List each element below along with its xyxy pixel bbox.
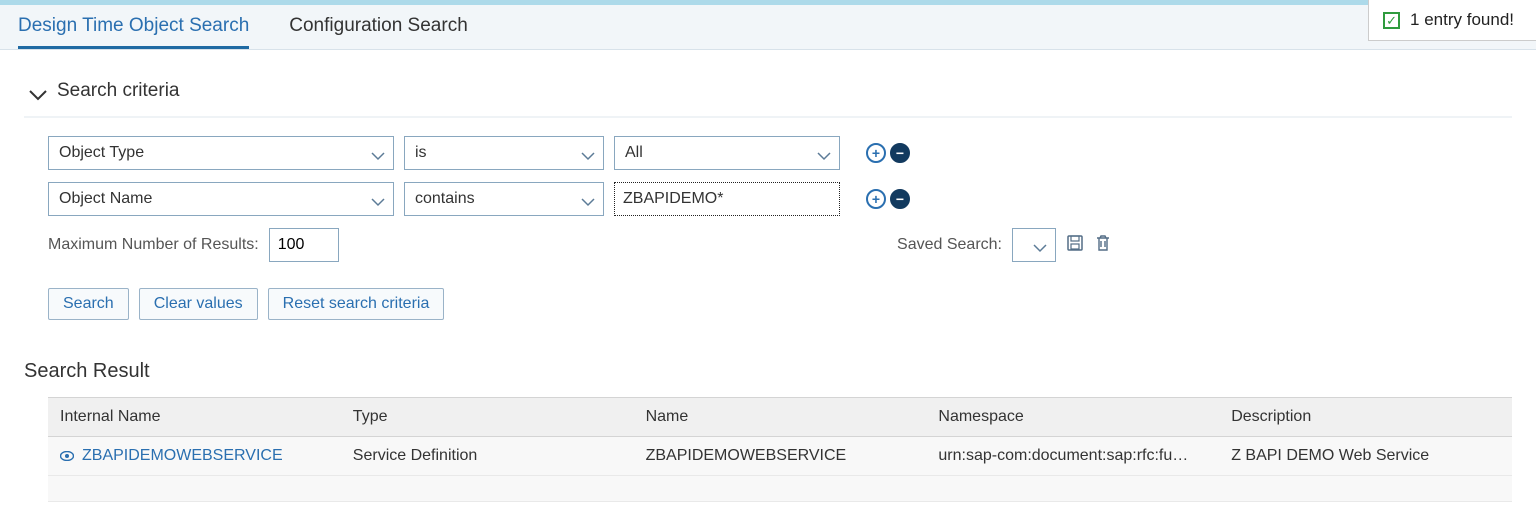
notification-toast: ✓ 1 entry found! <box>1368 0 1536 41</box>
col-namespace[interactable]: Namespace <box>926 398 1219 437</box>
reset-criteria-button[interactable]: Reset search criteria <box>268 288 445 320</box>
add-row-icon[interactable]: + <box>866 143 886 163</box>
col-type[interactable]: Type <box>341 398 634 437</box>
value-input[interactable] <box>614 182 840 216</box>
search-result-title: Search Result <box>24 360 1512 383</box>
tab-configuration[interactable]: Configuration Search <box>289 5 468 49</box>
section-title: Search criteria <box>57 80 180 102</box>
add-row-icon[interactable]: + <box>866 189 886 209</box>
saved-search-dropdown[interactable] <box>1012 228 1056 262</box>
cell-internal-name[interactable]: ZBAPIDEMOWEBSERVICE <box>82 447 283 465</box>
chevron-down-icon <box>371 194 385 204</box>
section-header-search-criteria: Search criteria <box>24 80 1512 116</box>
success-check-icon: ✓ <box>1383 12 1400 29</box>
remove-row-icon[interactable]: − <box>890 143 910 163</box>
field-dropdown[interactable]: Object Name <box>48 182 394 216</box>
field-value: Object Type <box>59 144 144 162</box>
search-button[interactable]: Search <box>48 288 129 320</box>
criteria-row: Object Name contains + − <box>48 182 1512 216</box>
col-internal-name[interactable]: Internal Name <box>48 398 341 437</box>
cell-namespace: urn:sap-com:document:sap:rfc:fu… <box>926 437 1219 476</box>
tab-label: Configuration Search <box>289 15 468 37</box>
chevron-down-icon <box>1033 240 1047 250</box>
field-dropdown[interactable]: Object Type <box>48 136 394 170</box>
chevron-down-icon <box>371 148 385 158</box>
max-results-row: Maximum Number of Results: Saved Search: <box>48 228 1512 262</box>
chevron-down-icon <box>817 148 831 158</box>
operator-dropdown[interactable]: is <box>404 136 604 170</box>
cell-type: Service Definition <box>341 437 634 476</box>
save-icon[interactable] <box>1066 234 1084 257</box>
value-dropdown[interactable]: All <box>614 136 840 170</box>
tab-strip: Design Time Object Search Configuration … <box>0 5 1536 50</box>
clear-values-button[interactable]: Clear values <box>139 288 258 320</box>
table-header-row: Internal Name Type Name Namespace Descri… <box>48 398 1512 437</box>
max-results-label: Maximum Number of Results: <box>48 236 259 254</box>
col-name[interactable]: Name <box>634 398 927 437</box>
operator-dropdown[interactable]: contains <box>404 182 604 216</box>
max-results-input[interactable] <box>269 228 339 262</box>
notification-text: 1 entry found! <box>1410 10 1514 30</box>
operator-value: contains <box>415 190 475 208</box>
operator-value: is <box>415 144 427 162</box>
saved-search-label: Saved Search: <box>897 236 1002 254</box>
trash-icon[interactable] <box>1094 234 1112 257</box>
chevron-down-icon <box>581 148 595 158</box>
field-value: Object Name <box>59 190 152 208</box>
cell-description: Z BAPI DEMO Web Service <box>1219 437 1512 476</box>
tab-design-time[interactable]: Design Time Object Search <box>18 5 249 49</box>
remove-row-icon[interactable]: − <box>890 189 910 209</box>
value-value: All <box>625 144 643 162</box>
cell-name: ZBAPIDEMOWEBSERVICE <box>634 437 927 476</box>
chevron-down-icon <box>581 194 595 204</box>
search-result-table: Internal Name Type Name Namespace Descri… <box>48 397 1512 502</box>
criteria-row: Object Type is All + − <box>48 136 1512 170</box>
chevron-down-icon[interactable] <box>29 85 47 97</box>
col-description[interactable]: Description <box>1219 398 1512 437</box>
tab-label: Design Time Object Search <box>18 15 249 37</box>
table-row[interactable]: ZBAPIDEMOWEBSERVICE Service Definition Z… <box>48 437 1512 476</box>
object-icon <box>60 451 74 461</box>
